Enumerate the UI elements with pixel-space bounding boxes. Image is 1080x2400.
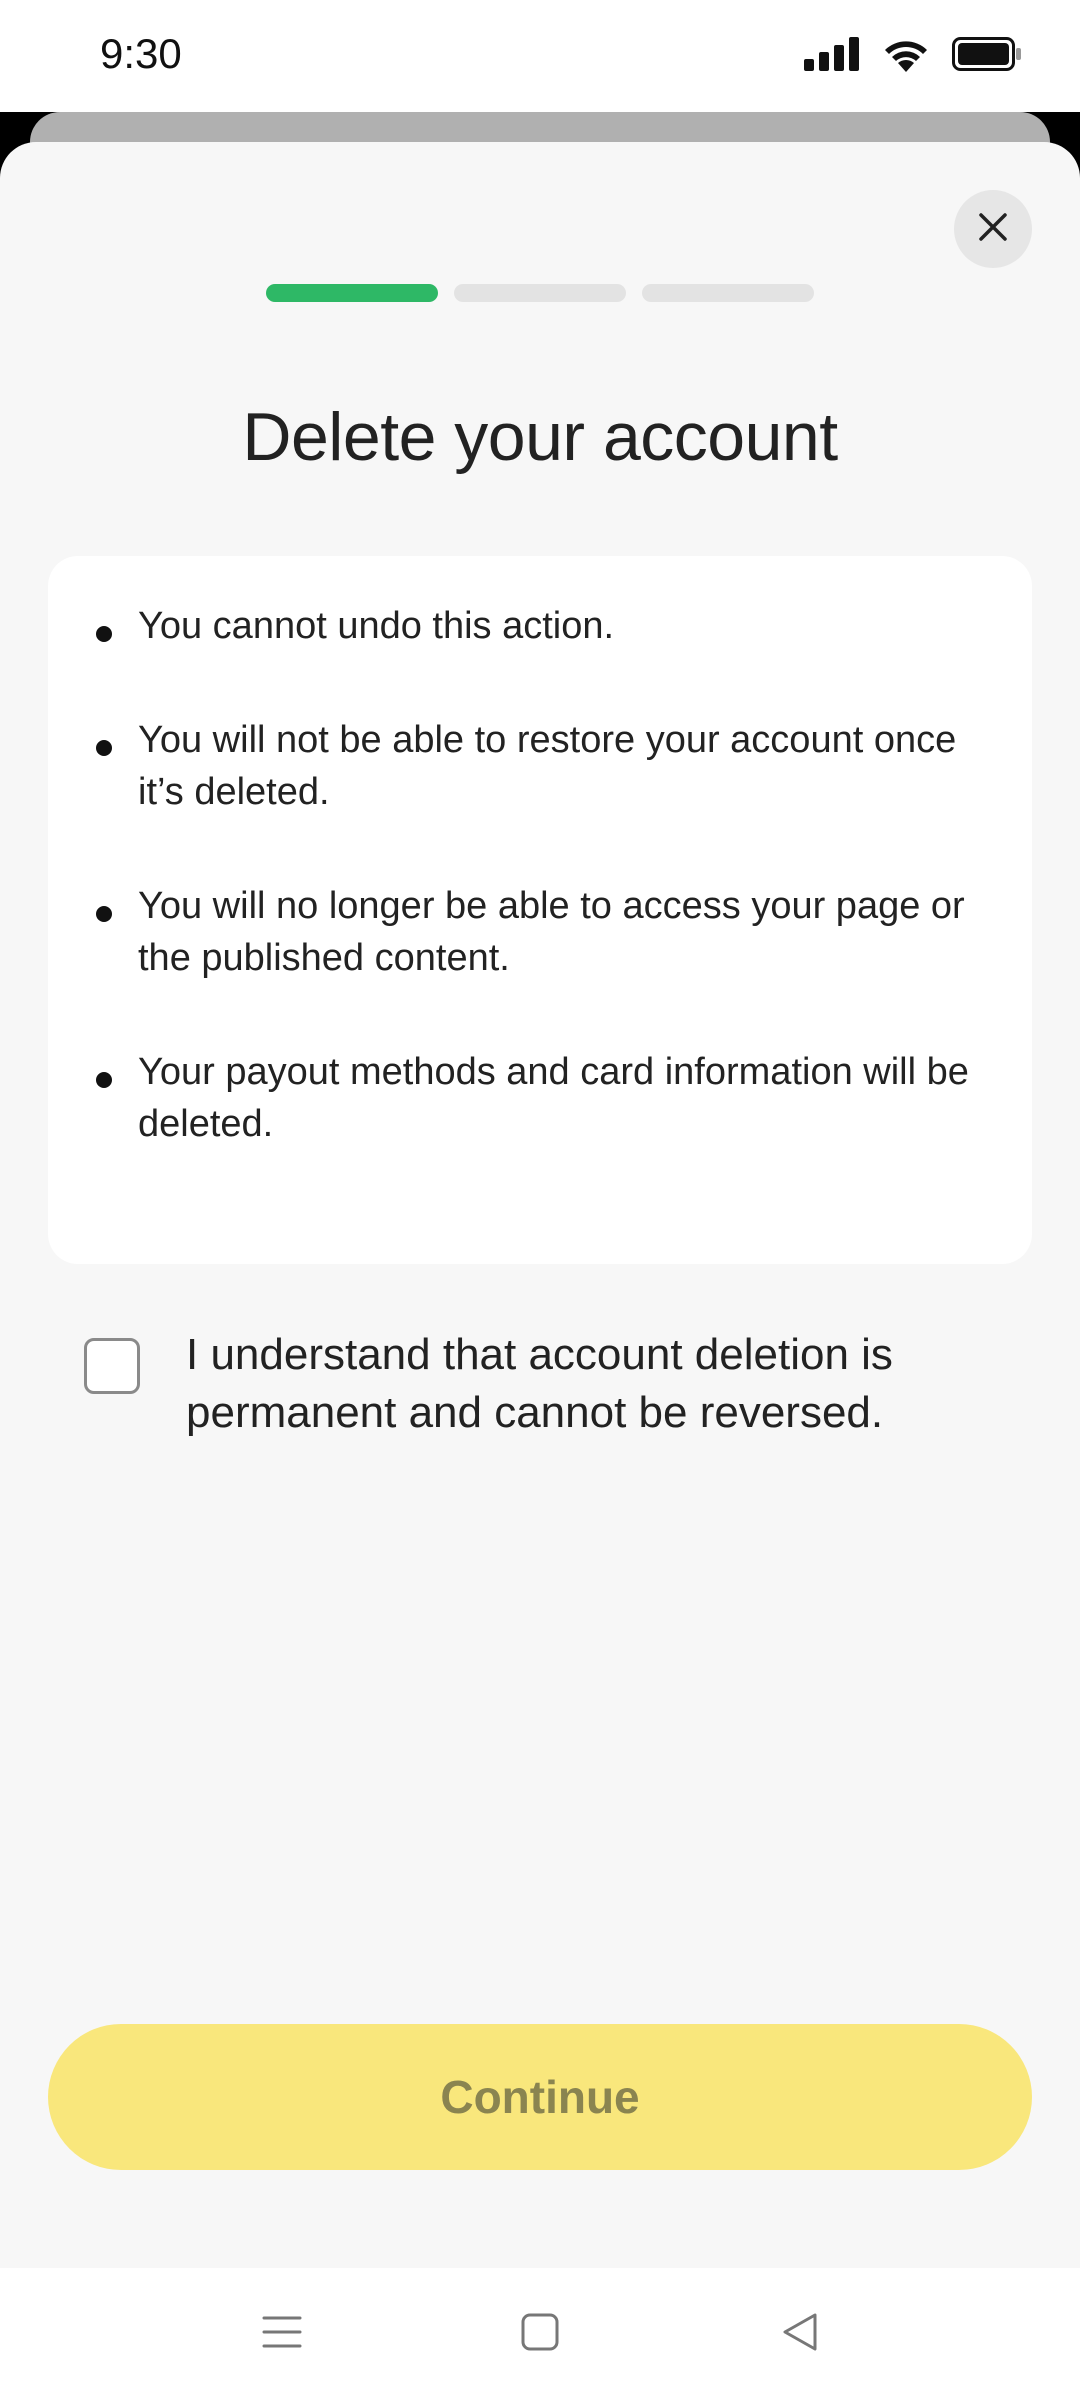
warning-text: You will not be able to restore your acc… <box>138 719 957 813</box>
back-icon <box>781 2312 819 2357</box>
progress-step-1 <box>266 284 438 302</box>
status-time: 9:30 <box>100 30 182 77</box>
menu-button[interactable] <box>252 2304 312 2364</box>
bullet <box>96 906 112 922</box>
warning-card: You cannot undo this action. You will no… <box>48 556 1032 1264</box>
confirm-checkbox[interactable] <box>84 1338 140 1394</box>
warning-text: Your payout methods and card information… <box>138 1051 969 1145</box>
warning-text: You cannot undo this action. <box>138 605 615 647</box>
navigation-bar <box>0 2268 1080 2400</box>
page-title: Delete your account <box>242 399 838 475</box>
close-icon <box>978 212 1008 247</box>
bullet <box>96 1072 112 1088</box>
close-button[interactable] <box>954 190 1032 268</box>
wifi-icon <box>882 36 930 77</box>
step-progress <box>266 284 814 302</box>
delete-account-sheet: Delete your account You cannot undo this… <box>0 142 1080 2268</box>
status-bar: 9:30 <box>0 0 1080 112</box>
progress-step-2 <box>454 284 626 302</box>
warning-text: You will no longer be able to access you… <box>138 885 965 979</box>
confirm-label[interactable]: I understand that account deletion is pe… <box>186 1326 1006 1442</box>
bullet <box>96 740 112 756</box>
progress-step-3 <box>642 284 814 302</box>
home-button[interactable] <box>510 2304 570 2364</box>
signal-icon <box>804 36 860 76</box>
battery-icon <box>952 36 1022 76</box>
bullet <box>96 626 112 642</box>
status-icons <box>804 36 1022 76</box>
home-icon <box>521 2313 559 2356</box>
menu-icon <box>262 2314 302 2355</box>
continue-button[interactable]: Continue <box>48 2024 1032 2170</box>
back-button[interactable] <box>770 2304 830 2364</box>
